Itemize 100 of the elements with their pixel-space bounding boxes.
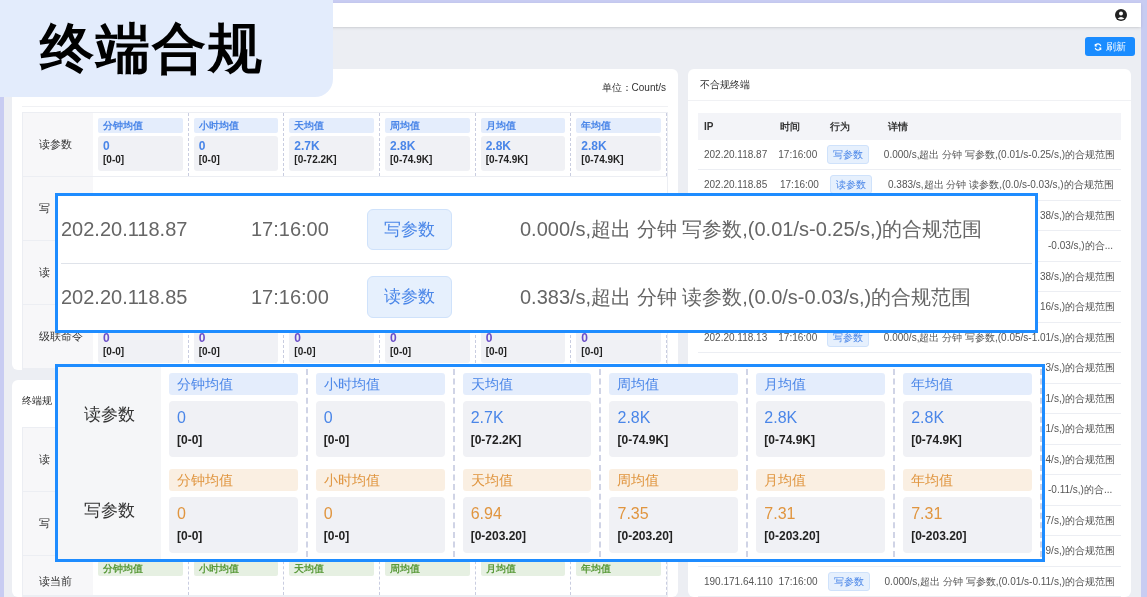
period-label: 月均值 (756, 373, 886, 395)
stat-range: [0-74.9K] (581, 154, 625, 166)
stat-value: 0 (390, 331, 398, 345)
stat-range: [0-74.9K] (390, 154, 434, 166)
period-label: 年均值 (903, 469, 1032, 491)
action-tag: 写参数 (827, 144, 870, 164)
stat-range: [0-74.9K] (764, 432, 816, 449)
stat-range: [0-203.20] (911, 528, 968, 545)
period-label: 小时均值 (315, 469, 445, 491)
stat-range: [0-74.9K] (911, 432, 963, 449)
stat-range: [0-74.9K] (617, 432, 670, 449)
action-tag: 读参数 (367, 276, 452, 318)
stat-value: 0 (177, 408, 187, 428)
stat-value: 0 (581, 331, 590, 345)
period-label: 天均值 (289, 118, 374, 133)
detail-cell: 16/s,)的合规范围 (1040, 301, 1115, 313)
stat-range: [0-0] (323, 432, 351, 449)
stat-value: 7.31 (764, 504, 797, 524)
stat-range: [0-0] (581, 346, 604, 358)
detail-cell: 7/s,)的合规范围 (1045, 514, 1115, 526)
period-label: 周均值 (385, 561, 470, 576)
stat-range: [0-203.20] (470, 528, 528, 545)
stat-range: [0-0] (390, 346, 413, 358)
ip-cell: 202.20.118.85 (704, 179, 768, 191)
period-label: 天均值 (462, 469, 592, 491)
stat-value: 0 (294, 331, 303, 345)
stat-range: [0-0] (294, 346, 317, 358)
period-label: 小时均值 (315, 373, 445, 395)
stat-range: [0-0] (198, 154, 221, 166)
ip-cell-text: 202.20.118.87 (61, 217, 189, 243)
detail-cell: 0.000/s,超出 分钟 写参数,(0.01/s-0.11/s,)的合规范围 (884, 575, 1115, 587)
stat-value: 0 (198, 331, 207, 345)
stat-range: [0-0] (485, 346, 508, 358)
period-label: 周均值 (385, 118, 470, 133)
period-label: 分钟均值 (98, 118, 183, 133)
stat-value: 2.8K (485, 139, 513, 153)
stat-value: 2.8K (581, 139, 608, 153)
stat-range: [0-0] (198, 346, 221, 358)
period-label: 分钟均值 (98, 561, 183, 576)
stat-range: [0-0] (103, 154, 126, 166)
row-label: 读当前 (39, 574, 72, 589)
period-label: 天均值 (289, 561, 374, 576)
refresh-button[interactable]: 刷新 (1085, 37, 1135, 56)
refresh-icon (1094, 42, 1102, 51)
detail-cell: 1/s,)的合规范围 (1045, 392, 1115, 404)
ip-cell-text: 202.20.118.85 (61, 284, 189, 310)
time-cell: 17:16:00 (780, 179, 819, 191)
column-header: 详情 (888, 119, 909, 134)
period-label: 周均值 (609, 373, 739, 395)
stat-range: [0-0] (103, 346, 126, 358)
stat-value: 0 (103, 139, 111, 153)
user-avatar-icon[interactable] (1115, 9, 1127, 21)
row-label: 读 (39, 452, 50, 468)
detail-cell: 0.000/s,超出 分钟 写参数,(0.05/s-1.01/s,)的合规范围 (883, 331, 1115, 343)
period-label: 年均值 (576, 118, 662, 133)
stat-value: 2.8K (390, 139, 417, 153)
detail-cell: 3/s,)的合规范围 (1045, 362, 1115, 374)
period-label: 月均值 (480, 118, 566, 133)
stat-value: 7.35 (617, 504, 650, 524)
stat-value: 2.8K (911, 408, 946, 428)
period-label: 年均值 (576, 561, 662, 576)
stat-value: 0 (177, 504, 187, 524)
stat-range: [0-203.20] (764, 528, 821, 545)
stat-value: 2.8K (764, 408, 799, 428)
row-label: 写参数 (84, 500, 135, 523)
ip-cell: 202.20.118.13 (704, 331, 768, 343)
detail-cell: 9/s,)的合规范围 (1045, 545, 1115, 557)
stat-value: 0 (103, 331, 111, 345)
stat-range: [0-0] (177, 432, 204, 449)
detail-cell: 0.000/s,超出 分钟 写参数,(0.01/s-0.25/s,)的合规范围 (883, 148, 1115, 160)
column-header: 时间 (780, 119, 801, 134)
card-title: 终端规 (22, 393, 52, 408)
detail-cell: -0.11/s,)的合... (1048, 484, 1113, 496)
page-title: 终端合规 (40, 17, 264, 80)
row-label: 读 (39, 265, 50, 281)
detail-cell-text: 0.383/s,超出 分钟 读参数,(0.0/s-0.03/s,)的合规范围 (520, 284, 972, 310)
period-label: 小时均值 (193, 561, 279, 576)
detail-cell: 38/s,)的合规范围 (1040, 209, 1115, 221)
stat-range: [0-72.2K] (294, 154, 338, 166)
column-header: 行为 (830, 119, 851, 134)
row-label: 读参数 (39, 137, 72, 153)
stat-value: 0 (198, 139, 207, 153)
stat-range: [0-0] (323, 528, 351, 545)
period-label: 年均值 (903, 373, 1032, 395)
stat-value: 2.7K (470, 408, 505, 428)
period-label: 小时均值 (193, 118, 279, 133)
stat-value: 0 (323, 408, 334, 428)
stat-range: [0-0] (177, 528, 204, 545)
time-cell: 17:16:00 (778, 331, 818, 343)
period-label: 分钟均值 (169, 373, 298, 395)
time-cell: 17:16:00 (778, 148, 818, 160)
stat-value: 6.94 (470, 504, 503, 524)
stat-value: 2.7K (294, 139, 321, 153)
ip-cell: 202.20.118.87 (704, 148, 768, 160)
row-label: 读参数 (84, 404, 135, 427)
period-label: 周均值 (609, 469, 739, 491)
period-label: 月均值 (480, 561, 566, 576)
row-label: 写 (39, 516, 50, 532)
detail-cell: 38/s,)的合规范围 (1040, 270, 1115, 282)
stat-value: 0 (323, 504, 334, 524)
